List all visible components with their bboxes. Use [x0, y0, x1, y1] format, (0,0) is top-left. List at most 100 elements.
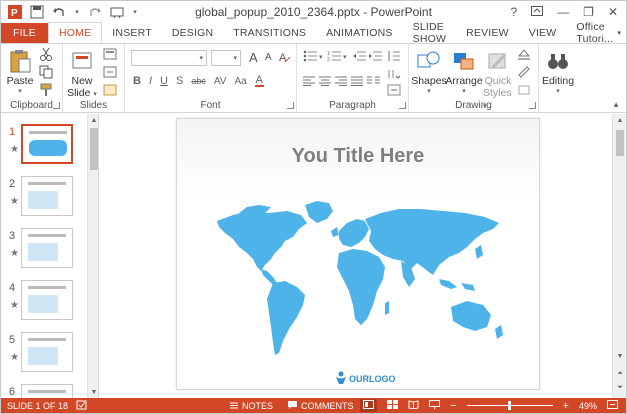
tab-design[interactable]: DESIGN [162, 23, 223, 43]
section-icon[interactable] [103, 84, 117, 99]
text-direction-icon[interactable] [387, 68, 401, 83]
reset-icon[interactable] [103, 66, 117, 81]
bold-button[interactable]: B [133, 75, 141, 87]
slide-sorter-icon[interactable] [387, 400, 399, 411]
grow-font-button[interactable]: A [249, 50, 258, 65]
paste-button[interactable]: Paste ▾ [5, 47, 35, 95]
align-left-icon[interactable] [303, 76, 315, 89]
tab-transitions[interactable]: TRANSITIONS [223, 23, 316, 43]
columns-icon[interactable] [367, 76, 381, 89]
font-color-button[interactable]: A [254, 75, 264, 87]
decrease-indent-icon[interactable] [353, 50, 367, 65]
tab-animations[interactable]: ANIMATIONS [316, 23, 403, 43]
thumbnail-preview[interactable] [21, 228, 73, 268]
next-slide-icon[interactable]: ⏷ [614, 382, 626, 394]
thumbnails-scrollbar[interactable]: ▲ ▼ [87, 114, 98, 398]
slide-thumbnail[interactable]: 4 ★ [1, 280, 87, 328]
slide-thumbnail[interactable]: 3 ★ [1, 228, 87, 276]
align-center-icon[interactable] [319, 76, 331, 89]
strikethrough-button[interactable]: abc [191, 76, 206, 86]
character-spacing-button[interactable]: AV [214, 76, 227, 87]
zoom-level[interactable]: 49% [579, 401, 597, 411]
copy-icon[interactable] [39, 65, 53, 82]
shapes-button[interactable]: Shapes ▾ [411, 47, 447, 95]
canvas-scrollbar[interactable]: ▲ ▼ ⏶ ⏷ [612, 114, 626, 398]
shape-effects-icon[interactable] [517, 84, 533, 99]
shape-outline-icon[interactable] [517, 66, 533, 81]
previous-slide-icon[interactable]: ⏶ [614, 368, 626, 380]
clear-formatting-icon[interactable]: A [279, 50, 291, 67]
justify-icon[interactable] [351, 76, 363, 89]
start-slideshow-icon[interactable] [109, 4, 125, 20]
comments-button[interactable]: COMMENTS [287, 400, 354, 412]
paragraph-launcher-icon[interactable] [399, 102, 406, 109]
minimize-button[interactable]: — [557, 5, 569, 19]
fit-slide-icon[interactable] [607, 400, 618, 411]
editing-button[interactable]: Editing ▾ [541, 47, 575, 95]
help-button[interactable]: ? [510, 5, 517, 19]
clipboard-launcher-icon[interactable] [53, 102, 60, 109]
thumbnail-preview[interactable] [21, 280, 73, 320]
change-case-button[interactable]: Aa [234, 76, 246, 87]
spell-check-icon[interactable] [76, 400, 88, 412]
current-slide[interactable]: You Title Here OURLOGO [176, 118, 540, 390]
increase-indent-icon[interactable] [369, 50, 383, 65]
drawing-launcher-icon[interactable] [529, 102, 536, 109]
collapse-ribbon-icon[interactable]: ▲ [612, 100, 620, 109]
customize-qat-icon[interactable]: ▾ [131, 4, 139, 20]
notes-button[interactable]: NOTES [229, 400, 273, 412]
font-family-select[interactable]: ▾ [131, 50, 207, 66]
scroll-up-icon[interactable]: ▲ [88, 114, 98, 126]
layout-icon[interactable] [103, 48, 117, 63]
ribbon-display-options-icon[interactable] [531, 5, 544, 19]
save-icon[interactable] [29, 4, 45, 20]
tab-file[interactable]: FILE [1, 23, 48, 43]
cut-icon[interactable] [39, 47, 53, 64]
undo-icon[interactable] [51, 4, 67, 20]
numbering-icon[interactable]: 1 2 ▾ [327, 50, 349, 65]
slide-thumbnail[interactable]: 2 ★ [1, 176, 87, 224]
font-launcher-icon[interactable] [287, 102, 294, 109]
font-size-select[interactable]: ▾ [211, 50, 241, 66]
slide-thumbnail[interactable]: 1 ★ [1, 124, 87, 172]
undo-dropdown-icon[interactable]: ▾ [73, 4, 81, 20]
format-painter-icon[interactable] [39, 83, 53, 100]
line-spacing-icon[interactable] [387, 50, 401, 65]
canvas-scrollbar-thumb[interactable] [616, 130, 624, 156]
tab-view[interactable]: VIEW [519, 23, 567, 43]
slide-thumbnail[interactable]: 6 [1, 384, 87, 398]
zoom-out-icon[interactable]: − [450, 400, 456, 412]
reading-view-icon[interactable] [408, 400, 419, 411]
scroll-down-icon[interactable]: ▼ [614, 350, 626, 362]
new-slide-button[interactable]: New Slide ▾ [67, 47, 97, 99]
tab-slide-show[interactable]: SLIDE SHOW [403, 21, 456, 45]
arrange-button[interactable]: Arrange ▾ [445, 47, 483, 95]
tab-home[interactable]: HOME [47, 22, 103, 43]
thumbnail-preview[interactable] [21, 384, 73, 398]
underline-button[interactable]: U [160, 75, 168, 87]
account-menu[interactable]: Office Tutori... ▾ [566, 21, 627, 45]
shrink-font-button[interactable]: A [265, 52, 272, 63]
scroll-up-icon[interactable]: ▲ [614, 114, 626, 126]
bullets-icon[interactable]: ▾ [303, 50, 325, 65]
thumbnail-preview[interactable] [21, 176, 73, 216]
thumbnail-preview[interactable] [21, 332, 73, 372]
redo-icon[interactable] [87, 4, 103, 20]
tab-review[interactable]: REVIEW [456, 23, 519, 43]
thumbnail-preview[interactable] [21, 124, 73, 164]
shape-fill-icon[interactable] [517, 48, 533, 63]
align-text-icon[interactable] [387, 84, 401, 99]
world-map[interactable] [177, 119, 541, 391]
slide-thumbnail[interactable]: 5 ★ [1, 332, 87, 380]
italic-button[interactable]: I [149, 75, 152, 87]
align-right-icon[interactable] [335, 76, 347, 89]
tab-insert[interactable]: INSERT [102, 23, 162, 43]
shadow-button[interactable]: S [176, 75, 183, 87]
restore-button[interactable]: ❐ [583, 5, 594, 19]
slide-show-icon[interactable] [429, 400, 441, 411]
normal-view-icon[interactable] [360, 399, 378, 412]
zoom-slider[interactable] [466, 401, 553, 410]
scroll-down-icon[interactable]: ▼ [88, 386, 98, 398]
zoom-slider-knob[interactable] [507, 401, 511, 410]
scrollbar-thumb[interactable] [90, 128, 98, 170]
